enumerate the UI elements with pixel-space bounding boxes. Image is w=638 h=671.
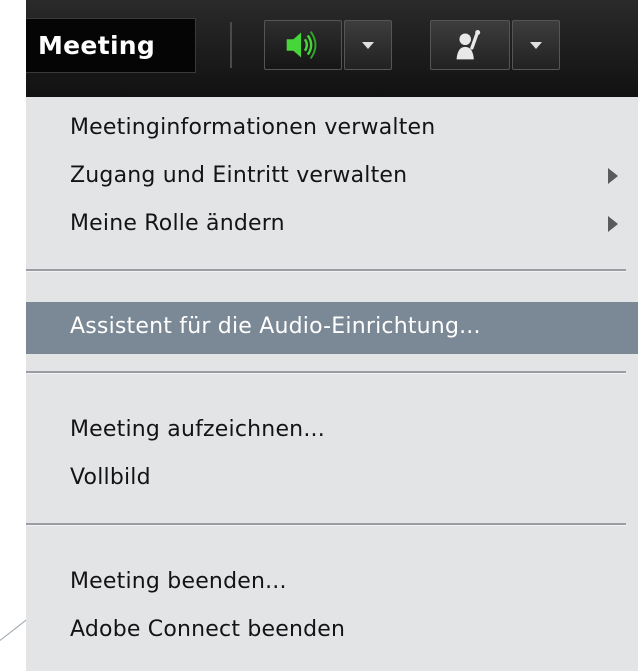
audio-dropdown-button[interactable] bbox=[344, 20, 392, 70]
menu-divider bbox=[26, 523, 626, 526]
menu-item-label: Assistent für die Audio-Einrichtung... bbox=[70, 314, 481, 339]
toolbar-separator bbox=[230, 22, 232, 68]
speaker-icon bbox=[286, 31, 317, 59]
menu-item-label: Meeting beenden... bbox=[70, 569, 287, 594]
audio-button[interactable] bbox=[264, 20, 342, 70]
status-dropdown-button[interactable] bbox=[512, 20, 560, 70]
menu-item-audio-setup-wizard[interactable]: Assistent für die Audio-Einrichtung... bbox=[26, 302, 638, 354]
raise-hand-icon bbox=[456, 30, 481, 60]
menu-item-end-meeting[interactable]: Meeting beenden... bbox=[26, 557, 638, 609]
meeting-menu-tab[interactable]: Meeting bbox=[26, 18, 196, 73]
menu-item-label: Meeting aufzeichnen... bbox=[70, 417, 325, 442]
chevron-right-icon bbox=[608, 168, 618, 184]
menu-item-exit-adobe-connect[interactable]: Adobe Connect beenden bbox=[26, 605, 638, 657]
menu-item-change-role[interactable]: Meine Rolle ändern bbox=[26, 199, 638, 251]
chevron-down-icon bbox=[362, 42, 374, 49]
menu-item-fullscreen[interactable]: Vollbild bbox=[26, 453, 638, 505]
menu-divider bbox=[26, 269, 626, 272]
menu-item-label: Meine Rolle ändern bbox=[70, 211, 285, 236]
raise-hand-button[interactable] bbox=[430, 20, 510, 70]
toolbar: Meeting bbox=[26, 0, 638, 97]
menu-item-label: Vollbild bbox=[70, 465, 151, 490]
chevron-right-icon bbox=[608, 216, 618, 232]
menu-item-manage-meeting-info[interactable]: Meetinginformationen verwalten bbox=[26, 103, 638, 155]
menu-item-label: Meetinginformationen verwalten bbox=[70, 115, 436, 140]
menu-item-label: Adobe Connect beenden bbox=[70, 617, 346, 642]
meeting-menu-label: Meeting bbox=[38, 31, 156, 60]
menu-divider bbox=[26, 371, 626, 374]
menu-item-manage-access[interactable]: Zugang und Eintritt verwalten bbox=[26, 151, 638, 203]
chevron-down-icon bbox=[530, 42, 542, 49]
menu-item-record-meeting[interactable]: Meeting aufzeichnen... bbox=[26, 405, 638, 457]
meeting-menu-window: Meeting Meetinginformationen verwalten Z… bbox=[26, 0, 638, 671]
menu-item-label: Zugang und Eintritt verwalten bbox=[70, 163, 408, 188]
